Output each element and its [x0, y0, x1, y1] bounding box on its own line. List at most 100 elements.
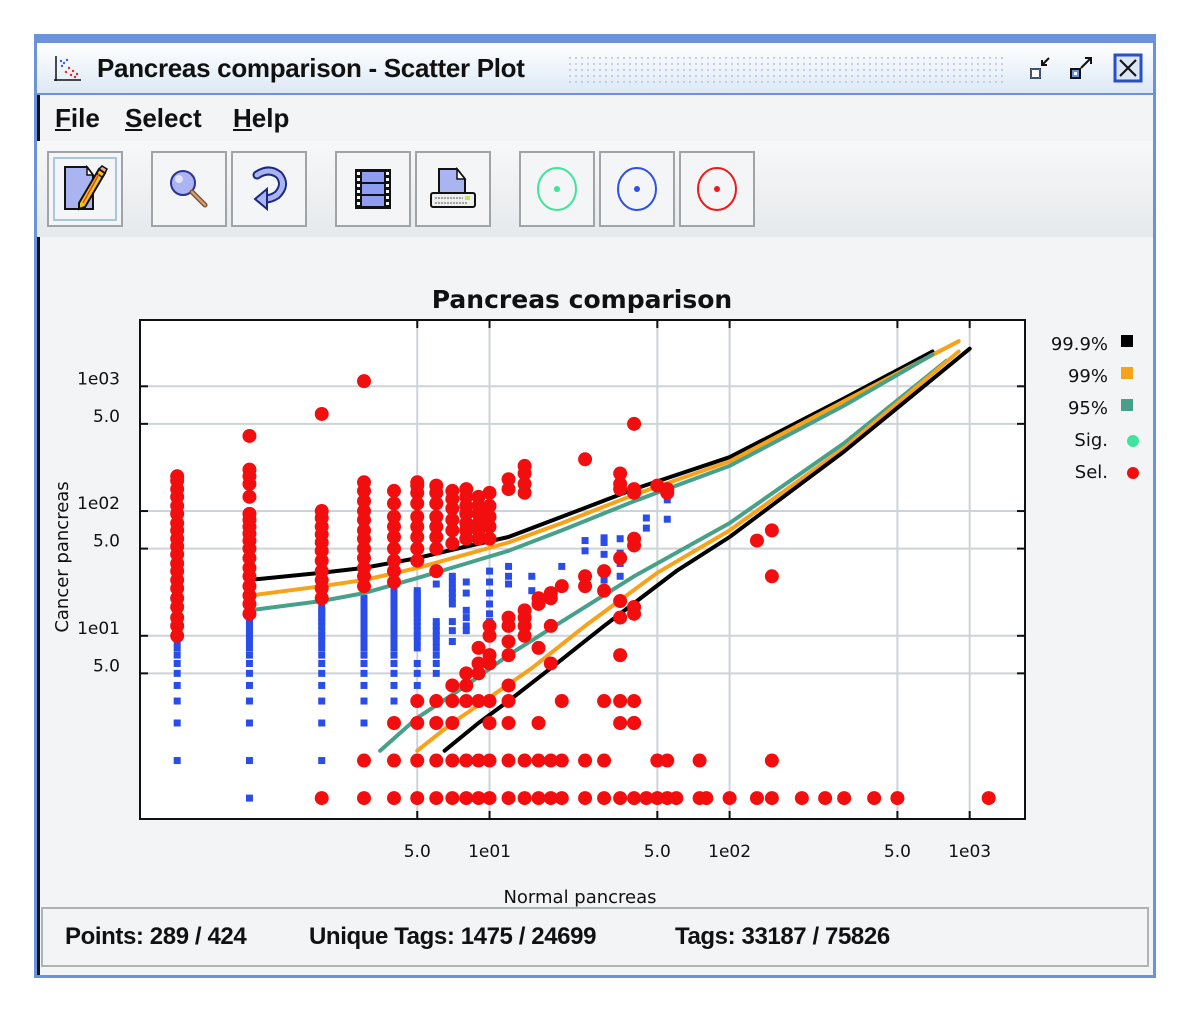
selected-point [482, 648, 497, 663]
menu-select[interactable]: Select [125, 103, 202, 134]
edit-button[interactable] [47, 151, 123, 227]
target-blue-icon [617, 167, 657, 211]
selected-point [531, 715, 546, 730]
selected-point [501, 791, 516, 806]
selected-point [517, 603, 532, 618]
unselected-point [486, 567, 494, 575]
unselected-point [413, 669, 421, 677]
selected-point [410, 715, 425, 730]
unselected-point [616, 572, 624, 580]
selected-point [501, 753, 516, 768]
selected-point [613, 551, 628, 566]
legend-label: Sig. [1074, 430, 1108, 451]
selected-point [554, 753, 569, 768]
selected-point [578, 791, 593, 806]
selected-point [429, 715, 444, 730]
selected-point [170, 469, 185, 484]
status-bar: Points: 289 / 424 Unique Tags: 1475 / 24… [41, 907, 1149, 967]
unselected-point [413, 644, 421, 652]
selected-point [531, 791, 546, 806]
minimize-icon[interactable] [1027, 53, 1057, 83]
selected-point [597, 791, 612, 806]
selected-point [386, 753, 401, 768]
selected-point [242, 428, 257, 443]
selected-point [554, 694, 569, 709]
unselected-point [173, 669, 181, 677]
unselected-point [245, 681, 253, 689]
unselected-point [462, 606, 470, 614]
selected-point [429, 791, 444, 806]
selected-point [482, 498, 497, 513]
selected-point [749, 533, 764, 548]
unselected-point [173, 651, 181, 659]
unselected-point [448, 618, 456, 626]
selected-point [445, 753, 460, 768]
unselected-point [245, 651, 253, 659]
legend-swatch [1121, 367, 1133, 379]
menu-bar: File Select Help [37, 95, 1153, 141]
unselected-point [432, 618, 440, 626]
selected-point [242, 462, 257, 477]
x-tick-label: 5.0 [644, 842, 671, 862]
select-significant-button[interactable] [519, 151, 595, 227]
selected-point [501, 678, 516, 693]
selected-point [531, 591, 546, 606]
unselected-point [486, 589, 494, 597]
legend-marker [1127, 435, 1139, 447]
unselected-point [448, 638, 456, 646]
unselected-point [318, 659, 326, 667]
selected-point [314, 504, 329, 519]
unselected-point [486, 600, 494, 608]
unselected-point [245, 757, 253, 765]
scatter-chart[interactable]: Pancreas comparison 5.0 1e01 5.0 1e02 5.0 1e0… [37, 239, 1155, 908]
selected-point [578, 753, 593, 768]
unselected-point [581, 547, 589, 555]
unselected-point [360, 669, 368, 677]
selected-point [890, 791, 905, 806]
target-green-icon [537, 167, 577, 211]
select-red-button[interactable] [679, 151, 755, 227]
selected-point [692, 753, 707, 768]
selected-point [660, 753, 675, 768]
selected-point [501, 694, 516, 709]
menu-file[interactable]: File [55, 103, 100, 134]
title-bar[interactable]: Pancreas comparison - Scatter Plot [37, 43, 1153, 95]
unselected-point [558, 562, 566, 570]
select-blue-button[interactable] [599, 151, 675, 227]
selected-point [517, 791, 532, 806]
unselected-point [390, 644, 398, 652]
unselected-point [413, 659, 421, 667]
unselected-point [318, 757, 326, 765]
zoom-button[interactable] [151, 151, 227, 227]
filmstrip-button[interactable] [335, 151, 411, 227]
unselected-point [173, 644, 181, 652]
unselected-point [318, 651, 326, 659]
selected-point [357, 753, 372, 768]
y-tick-label: 1e01 [77, 619, 120, 639]
selected-point [386, 509, 401, 524]
unselected-point [390, 681, 398, 689]
unselected-point [173, 659, 181, 667]
unselected-point [318, 681, 326, 689]
selected-point [613, 648, 628, 663]
legend-label: 99.9% [1051, 334, 1108, 355]
maximize-icon[interactable] [1067, 53, 1097, 83]
reset-button[interactable] [231, 151, 307, 227]
legend-label: 95% [1068, 398, 1108, 419]
unselected-point [462, 614, 470, 622]
x-tick-label: 1e02 [708, 842, 751, 862]
legend: 99.9% 99% 95% Sig. Sel. [1051, 334, 1139, 483]
close-icon[interactable] [1113, 53, 1143, 83]
selected-point [543, 618, 558, 633]
print-button[interactable] [415, 151, 491, 227]
scatter-plot-app-icon [53, 54, 83, 84]
selected-point [578, 452, 593, 467]
menu-help-label: elp [251, 103, 290, 133]
selected-point [613, 715, 628, 730]
unselected-point [390, 651, 398, 659]
scatter-plot-window: Pancreas comparison - Scatter Plot File … [34, 34, 1156, 978]
menu-help[interactable]: Help [233, 103, 289, 134]
unselected-point [581, 537, 589, 545]
toolbar [37, 141, 1153, 237]
selected-point [482, 715, 497, 730]
